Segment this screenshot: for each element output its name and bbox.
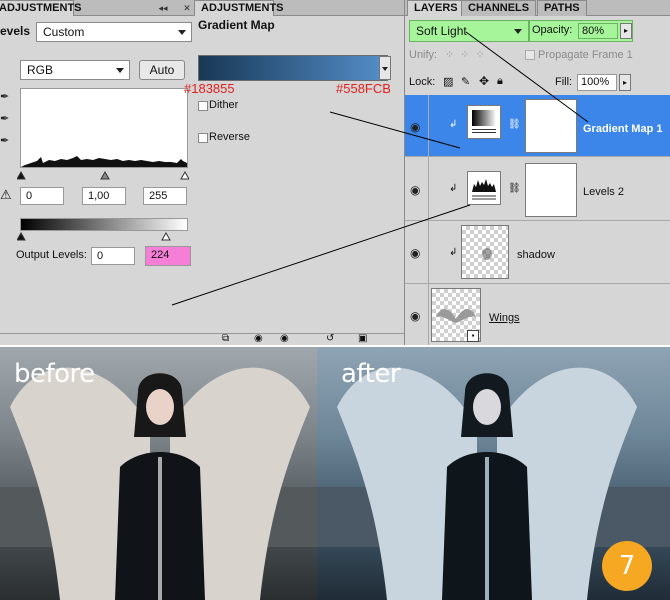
before-label: before [14, 359, 95, 389]
annotation-line-levels [171, 204, 471, 306]
annotation-line-blend [465, 31, 589, 123]
step-number-badge: 7 [602, 541, 652, 591]
before-image: before [0, 347, 317, 600]
annotation-line-gradient [329, 111, 461, 149]
after-label: after [341, 359, 401, 389]
annotation-lines [171, 31, 589, 306]
